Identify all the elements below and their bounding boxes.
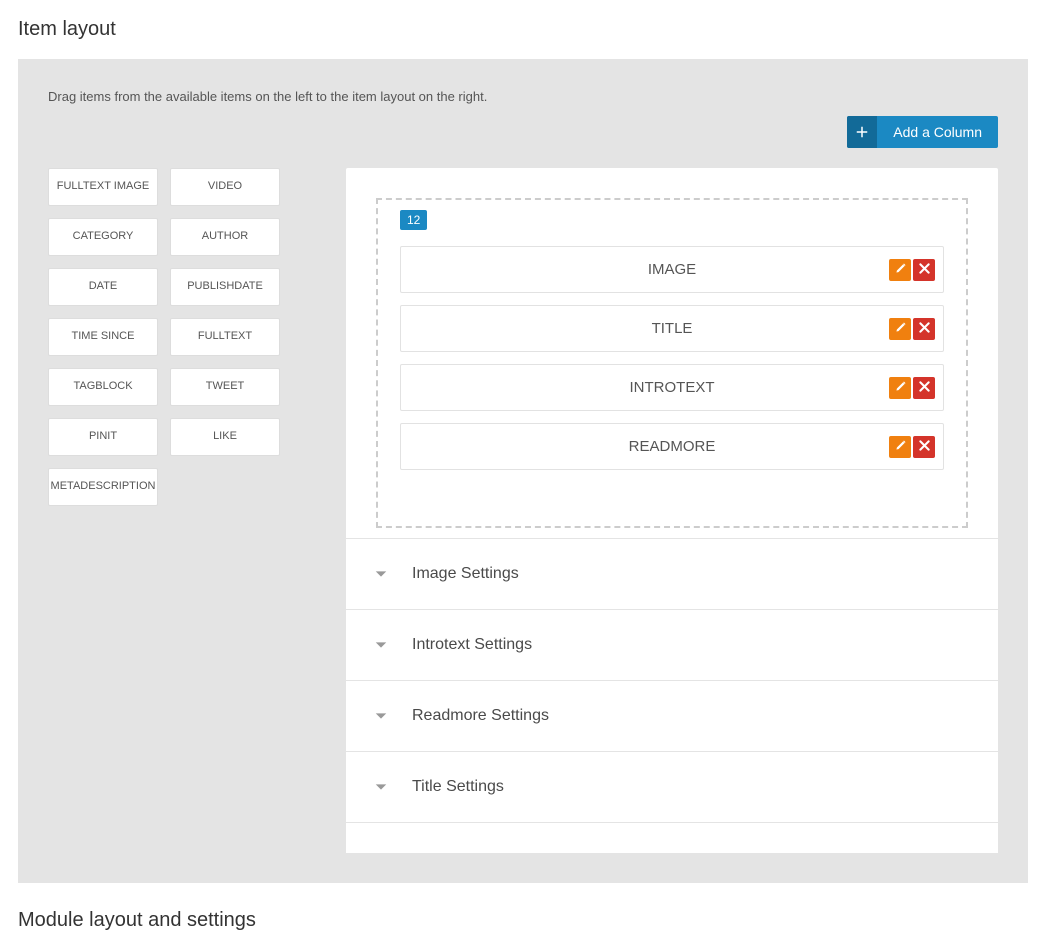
accordion-title: Title Settings [412,778,504,796]
add-column-label: Add a Column [877,116,998,148]
available-item[interactable]: LIKE [170,418,280,456]
placed-item[interactable]: TITLE [400,305,944,352]
available-items-list: FULLTEXT IMAGE VIDEO CATEGORY AUTHOR DATE PUB… [48,168,318,853]
placed-item[interactable]: IMAGE [400,246,944,293]
placed-item-label: IMAGE [648,261,696,278]
column-width-badge: 12 [400,210,427,230]
next-section-title: Module layout and settings [18,909,1028,932]
edit-button[interactable] [889,436,911,458]
available-item[interactable]: TIME SINCE [48,318,158,356]
available-item[interactable]: FULLTEXT [170,318,280,356]
accordion-title: Image Settings [412,565,519,583]
accordion-header[interactable]: Title Settings [346,752,998,823]
edit-button[interactable] [889,377,911,399]
edit-button[interactable] [889,259,911,281]
panel-description: Drag items from the available items on t… [48,89,998,104]
chevron-down-icon [374,638,388,652]
delete-button[interactable] [913,318,935,340]
pencil-icon [895,321,906,336]
accordion-header[interactable]: Readmore Settings [346,681,998,752]
close-icon [919,262,930,277]
available-item[interactable]: VIDEO [170,168,280,206]
chevron-down-icon [374,567,388,581]
chevron-down-icon [374,780,388,794]
edit-button[interactable] [889,318,911,340]
accordion-title: Readmore Settings [412,707,549,725]
layout-editor: 12 IMAGE TITLE INTROTEXT READMORE Image Set… [346,168,998,853]
available-item[interactable]: METADESCRIPTION [48,468,158,506]
available-item[interactable]: TAGBLOCK [48,368,158,406]
placed-item-label: INTROTEXT [630,379,715,396]
delete-button[interactable] [913,436,935,458]
accordion-header[interactable]: Image Settings [346,539,998,610]
pencil-icon [895,262,906,277]
delete-button[interactable] [913,377,935,399]
available-item[interactable]: CATEGORY [48,218,158,256]
accordion-title: Introtext Settings [412,636,532,654]
add-column-button[interactable]: Add a Column [847,116,998,148]
close-icon [919,380,930,395]
available-item[interactable]: PINIT [48,418,158,456]
placed-item[interactable]: READMORE [400,423,944,470]
delete-button[interactable] [913,259,935,281]
plus-icon [847,116,877,148]
pencil-icon [895,439,906,454]
close-icon [919,321,930,336]
close-icon [919,439,930,454]
section-title: Item layout [18,18,1028,41]
placed-item-label: READMORE [629,438,716,455]
placed-item[interactable]: INTROTEXT [400,364,944,411]
available-item[interactable]: DATE [48,268,158,306]
available-item[interactable]: FULLTEXT IMAGE [48,168,158,206]
accordion-header[interactable]: Introtext Settings [346,610,998,681]
placed-item-label: TITLE [652,320,693,337]
pencil-icon [895,380,906,395]
available-item[interactable]: AUTHOR [170,218,280,256]
available-item[interactable]: PUBLISHDATE [170,268,280,306]
drop-zone[interactable]: 12 IMAGE TITLE INTROTEXT READMORE [376,198,968,528]
available-item[interactable]: TWEET [170,368,280,406]
chevron-down-icon [374,709,388,723]
item-layout-panel: Drag items from the available items on t… [18,59,1028,883]
